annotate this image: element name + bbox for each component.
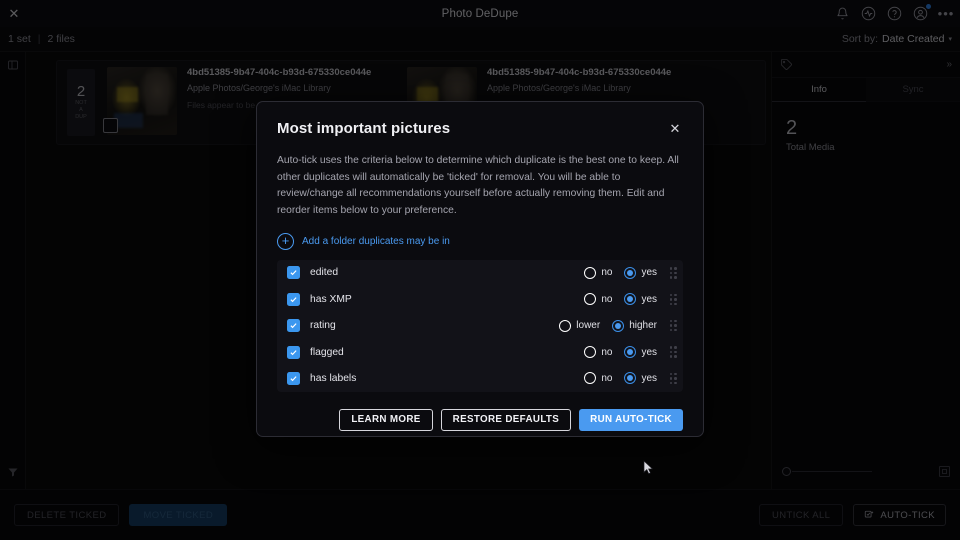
criteria-option-yes[interactable]: yes (624, 293, 657, 305)
add-folder-link[interactable]: + Add a folder duplicates may be in (277, 233, 683, 250)
drag-handle-icon[interactable] (668, 373, 678, 385)
app-window: ✕ Photo DeDupe (0, 0, 960, 540)
criteria-options: lower higher (559, 320, 657, 332)
criteria-checkbox[interactable] (287, 266, 300, 279)
criteria-options: no yes (584, 267, 657, 279)
option-label: yes (641, 347, 657, 358)
criteria-option-no[interactable]: no (584, 372, 612, 384)
criteria-options: no yes (584, 346, 657, 358)
criteria-row-has-xmp[interactable]: has XMP no yes (277, 286, 683, 312)
criteria-checkbox[interactable] (287, 319, 300, 332)
radio-unselected-icon[interactable] (559, 320, 571, 332)
option-label: yes (641, 294, 657, 305)
criteria-option-no[interactable]: no (584, 346, 612, 358)
plus-circle-icon: + (277, 233, 294, 250)
option-label: yes (641, 373, 657, 384)
radio-selected-icon[interactable] (624, 293, 636, 305)
radio-selected-icon[interactable] (624, 346, 636, 358)
criteria-row-rating[interactable]: rating lower higher (277, 312, 683, 338)
criteria-options: no yes (584, 293, 657, 305)
run-auto-tick-button[interactable]: RUN AUTO-TICK (579, 409, 683, 431)
radio-unselected-icon[interactable] (584, 267, 596, 279)
criteria-label: rating (310, 320, 336, 331)
criteria-label: has labels (310, 373, 356, 384)
criteria-checkbox[interactable] (287, 293, 300, 306)
criteria-option-no[interactable]: no (584, 293, 612, 305)
close-icon[interactable]: ✕ (667, 120, 683, 136)
option-label: no (601, 267, 612, 278)
option-label: lower (576, 320, 600, 331)
criteria-row-flagged[interactable]: flagged no yes (277, 339, 683, 365)
drag-handle-icon[interactable] (668, 346, 678, 358)
option-label: no (601, 347, 612, 358)
criteria-option-yes[interactable]: yes (624, 372, 657, 384)
criteria-label: edited (310, 267, 338, 278)
criteria-label: flagged (310, 347, 344, 358)
add-folder-label: Add a folder duplicates may be in (302, 236, 450, 247)
restore-defaults-button[interactable]: RESTORE DEFAULTS (441, 409, 571, 431)
radio-selected-icon[interactable] (612, 320, 624, 332)
criteria-checkbox[interactable] (287, 372, 300, 385)
criteria-options: no yes (584, 372, 657, 384)
radio-selected-icon[interactable] (624, 372, 636, 384)
dialog-description: Auto-tick uses the criteria below to det… (277, 153, 683, 220)
criteria-option-higher[interactable]: higher (612, 320, 657, 332)
criteria-option-yes[interactable]: yes (624, 267, 657, 279)
criteria-option-yes[interactable]: yes (624, 346, 657, 358)
criteria-row-edited[interactable]: edited no yes (277, 260, 683, 286)
dialog-header: Most important pictures ✕ (277, 120, 683, 137)
drag-handle-icon[interactable] (668, 294, 678, 306)
criteria-list: edited no yes has XMP (277, 260, 683, 392)
option-label: no (601, 294, 612, 305)
radio-unselected-icon[interactable] (584, 372, 596, 384)
criteria-row-has-labels[interactable]: has labels no yes (277, 365, 683, 391)
radio-unselected-icon[interactable] (584, 346, 596, 358)
drag-handle-icon[interactable] (668, 320, 678, 332)
option-label: higher (629, 320, 657, 331)
criteria-option-no[interactable]: no (584, 267, 612, 279)
option-label: no (601, 373, 612, 384)
radio-selected-icon[interactable] (624, 267, 636, 279)
criteria-label: has XMP (310, 294, 352, 305)
option-label: yes (641, 267, 657, 278)
auto-tick-settings-dialog: Most important pictures ✕ Auto-tick uses… (256, 101, 704, 437)
learn-more-button[interactable]: LEARN MORE (339, 409, 432, 431)
criteria-checkbox[interactable] (287, 346, 300, 359)
dialog-title: Most important pictures (277, 120, 450, 137)
criteria-option-lower[interactable]: lower (559, 320, 600, 332)
drag-handle-icon[interactable] (668, 267, 678, 279)
radio-unselected-icon[interactable] (584, 293, 596, 305)
dialog-actions: LEARN MORE RESTORE DEFAULTS RUN AUTO-TIC… (277, 409, 683, 431)
